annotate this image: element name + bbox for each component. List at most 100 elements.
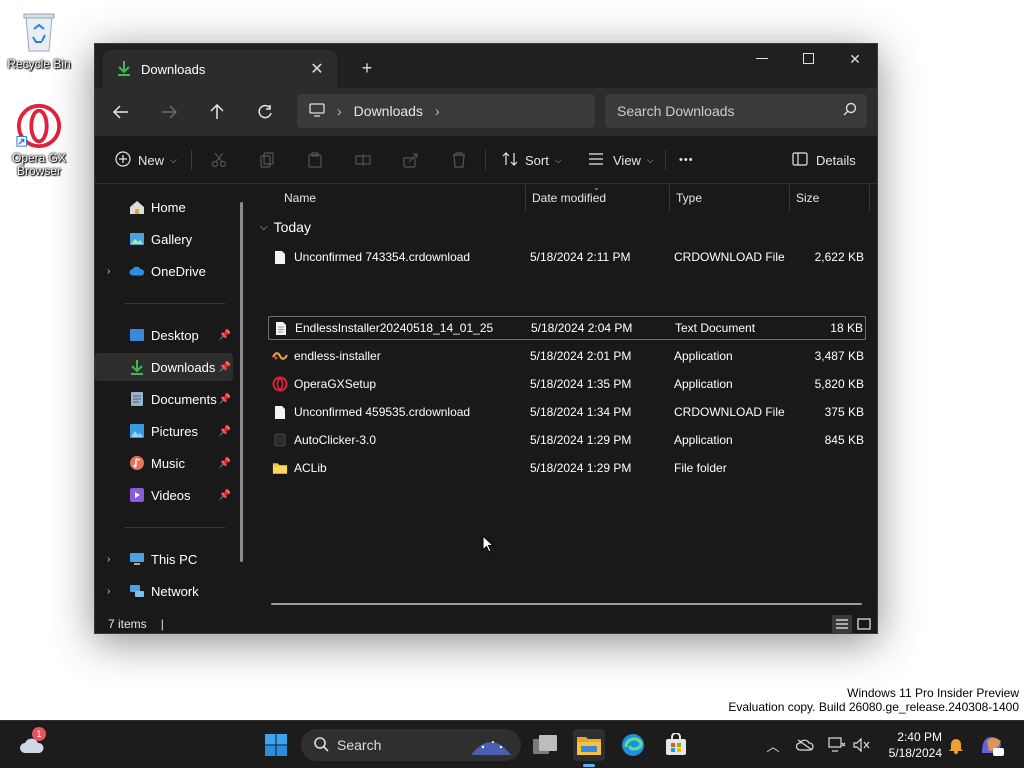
tab-downloads[interactable]: Downloads ✕ <box>103 50 337 88</box>
tiles-view-icon <box>857 618 871 630</box>
copy-button[interactable] <box>259 146 275 174</box>
notification-bell-icon[interactable] <box>946 735 966 755</box>
volume-muted-icon[interactable] <box>851 735 871 755</box>
system-clock[interactable]: 2:40 PM 5/18/2024 <box>880 729 942 761</box>
column-header-name[interactable]: Name <box>284 185 316 211</box>
column-header-size[interactable]: Size <box>796 185 819 211</box>
sidebar-item-onedrive[interactable]: › OneDrive <box>95 257 233 285</box>
group-header-today[interactable]: ⌵ Today <box>260 219 311 235</box>
table-row-selected[interactable]: EndlessInstaller20240518_14_01_25 5/18/2… <box>268 316 866 340</box>
network-status-icon[interactable] <box>827 735 847 755</box>
new-tab-button[interactable]: + <box>353 54 381 82</box>
blank-file-icon <box>272 404 288 420</box>
sidebar-item-music[interactable]: Music 📌 <box>95 449 233 477</box>
table-row[interactable]: endless-installer 5/18/2024 2:01 PM Appl… <box>268 344 866 368</box>
back-button[interactable] <box>105 96 137 128</box>
details-label: Details <box>816 152 856 168</box>
chevron-right-icon[interactable]: › <box>107 554 110 565</box>
edge-taskbar-button[interactable] <box>617 729 649 761</box>
paste-button[interactable] <box>307 146 323 174</box>
evaluation-watermark: Windows 11 Pro Insider Preview Evaluatio… <box>728 686 1019 714</box>
minimize-button[interactable] <box>739 44 785 74</box>
sidebar-item-documents[interactable]: Documents 📌 <box>95 385 233 413</box>
breadcrumb-chevron-icon[interactable]: › <box>435 103 440 119</box>
horizontal-scrollbar[interactable] <box>271 603 862 605</box>
mouse-cursor-icon <box>482 534 495 556</box>
table-row[interactable]: OperaGXSetup 5/18/2024 1:35 PM Applicati… <box>268 372 866 396</box>
pictures-icon <box>129 423 145 439</box>
forward-button[interactable] <box>153 96 185 128</box>
scissors-icon <box>211 152 227 168</box>
notification-badge: 1 <box>32 727 46 741</box>
up-button[interactable] <box>201 96 233 128</box>
rename-button[interactable] <box>355 146 371 174</box>
sidebar-item-network[interactable]: › Network <box>95 577 233 605</box>
show-hidden-icons-button[interactable]: ︿ <box>763 735 783 755</box>
desktop-icon-opera-gx[interactable]: Opera GX Browser <box>4 102 74 178</box>
rename-icon <box>355 154 371 166</box>
more-options-button[interactable]: ••• <box>679 146 694 174</box>
table-row[interactable]: Unconfirmed 743354.crdownload 5/18/2024 … <box>268 245 866 269</box>
sidebar-item-desktop[interactable]: Desktop 📌 <box>95 321 233 349</box>
share-icon <box>403 153 418 168</box>
music-icon <box>129 455 145 471</box>
blank-file-icon <box>272 249 288 265</box>
refresh-button[interactable] <box>249 96 281 128</box>
search-icon <box>843 102 857 119</box>
task-view-button[interactable] <box>529 729 561 761</box>
file-explorer-taskbar-button[interactable] <box>573 729 605 767</box>
task-view-icon <box>533 735 557 754</box>
delete-button[interactable] <box>451 146 467 174</box>
sort-indicator-icon: ⌄ <box>593 183 600 192</box>
close-window-button[interactable]: ✕ <box>832 44 878 74</box>
sidebar-item-gallery[interactable]: Gallery <box>95 225 233 253</box>
sidebar-item-home[interactable]: Home <box>95 193 233 221</box>
weather-widget[interactable]: 1 <box>16 727 48 761</box>
table-row[interactable]: ACLib 5/18/2024 1:29 PM File folder <box>268 456 866 480</box>
details-view-button[interactable] <box>832 615 852 633</box>
download-arrow-icon <box>117 60 131 79</box>
sidebar-item-thispc[interactable]: › This PC <box>95 545 233 573</box>
tiles-view-button[interactable] <box>854 615 874 633</box>
copilot-icon <box>982 737 1004 756</box>
plus-circle-icon <box>115 150 131 170</box>
view-label: View <box>613 152 641 168</box>
breadcrumb-chevron-icon: › <box>337 103 342 119</box>
this-pc-icon <box>129 551 145 567</box>
chevron-right-icon[interactable]: › <box>107 266 110 277</box>
copilot-button[interactable] <box>976 729 1008 761</box>
search-input[interactable]: Search Downloads <box>605 94 867 128</box>
maximize-button[interactable] <box>786 44 832 74</box>
chevron-right-icon[interactable]: › <box>107 586 110 597</box>
onedrive-offline-icon[interactable] <box>795 735 815 755</box>
tab-title: Downloads <box>141 61 206 77</box>
chevron-down-icon: ⌵ <box>260 221 268 233</box>
store-taskbar-button[interactable] <box>660 729 692 761</box>
address-bar[interactable]: › Downloads › <box>297 94 595 128</box>
cut-button[interactable] <box>211 146 227 174</box>
share-button[interactable] <box>403 146 419 174</box>
sidebar-scrollbar[interactable] <box>240 202 243 562</box>
sidebar-item-pictures[interactable]: Pictures 📌 <box>95 417 233 445</box>
start-button[interactable] <box>260 729 292 761</box>
sidebar-item-videos[interactable]: Videos 📌 <box>95 481 233 509</box>
clipboard-icon <box>308 152 322 168</box>
sort-button[interactable]: Sort ⌵ <box>502 146 562 174</box>
table-row[interactable]: AutoClicker-3.0 5/18/2024 1:29 PM Applic… <box>268 428 866 452</box>
chevron-down-icon: ⌵ <box>646 154 654 165</box>
desktop-icon-recycle-bin[interactable]: Recycle Bin <box>4 8 74 71</box>
new-button[interactable]: New ⌵ <box>115 146 177 174</box>
view-button[interactable]: View ⌵ <box>588 146 654 174</box>
clock-time: 2:40 PM <box>897 730 942 744</box>
taskbar-search[interactable]: Search <box>301 729 521 761</box>
downloads-icon <box>129 359 145 375</box>
breadcrumb-downloads[interactable]: Downloads <box>354 103 423 119</box>
details-pane-button[interactable]: Details <box>792 146 856 174</box>
sidebar-item-downloads[interactable]: Downloads 📌 <box>95 353 233 381</box>
pin-icon: 📌 <box>218 329 231 341</box>
column-header-type[interactable]: Type <box>676 185 702 211</box>
close-tab-icon[interactable]: ✕ <box>303 55 331 83</box>
pin-icon: 📌 <box>218 425 231 437</box>
table-row[interactable]: Unconfirmed 459535.crdownload 5/18/2024 … <box>268 400 866 424</box>
active-indicator <box>583 764 595 767</box>
